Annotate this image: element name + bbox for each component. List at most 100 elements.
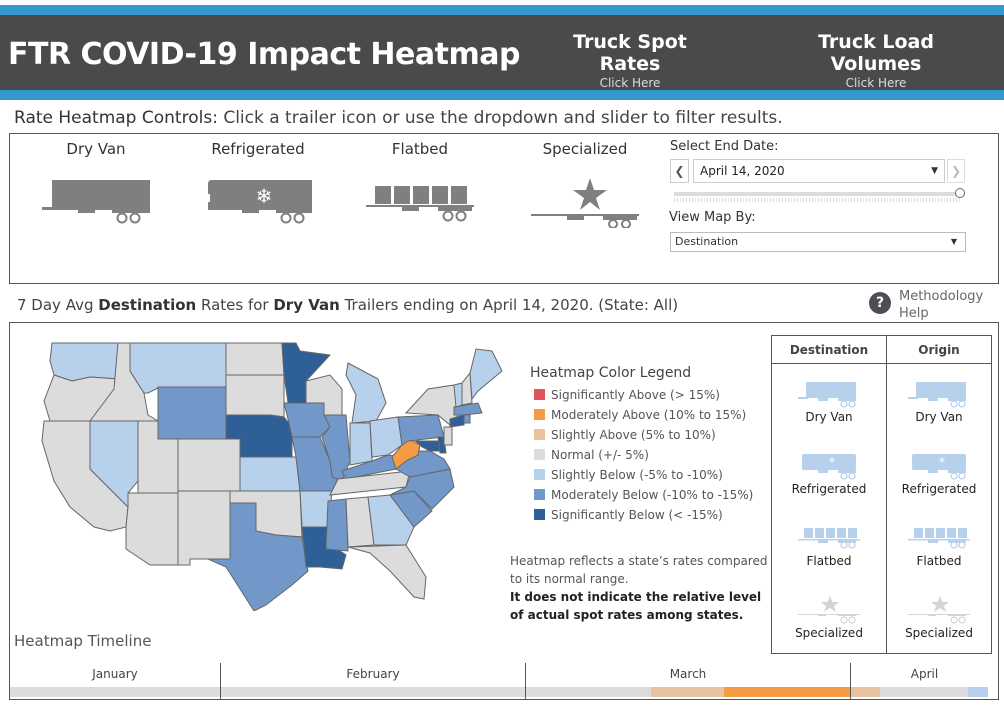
legend-item[interactable]: Normal (+/- 5%): [534, 447, 649, 463]
truck-load-volumes-link[interactable]: Truck Load Volumes Click Here: [774, 31, 978, 90]
select-end-date-label: Select End Date:: [670, 139, 779, 154]
legend-swatch: [534, 449, 545, 460]
origin-header: Origin: [887, 336, 991, 364]
destination-header: Destination: [772, 336, 886, 364]
state-ia[interactable]: [283, 402, 331, 438]
destination-refrigerated-button[interactable]: * Refrigerated: [772, 452, 886, 496]
trailer-view-selector: Destination Dry Van * Refrigerated Flatbed S…: [771, 335, 992, 654]
truck-spot-rates-link[interactable]: Truck Spot Rates Click Here: [540, 31, 720, 90]
timeline-title: Heatmap Timeline: [14, 632, 152, 650]
previous-date-button[interactable]: ❮: [670, 159, 689, 183]
legend-swatch: [534, 489, 545, 500]
refrigerated-trailer-icon: *: [912, 454, 966, 480]
heading-text: Trailers ending on April 14, 2020. (Stat…: [339, 296, 679, 314]
trailer-button-flatbed[interactable]: Flatbed: [350, 140, 490, 224]
state-mi[interactable]: [345, 362, 387, 424]
legend-swatch: [534, 469, 545, 480]
truck-spot-rates-label: Truck Spot Rates: [573, 31, 687, 75]
legend-item[interactable]: Slightly Below (-5% to -10%): [534, 467, 723, 483]
flatbed-trailer-icon: [908, 528, 970, 549]
selector-item-label: Refrigerated: [901, 482, 977, 496]
end-date-value: April 14, 2020: [700, 164, 785, 178]
note-text: Heatmap reflects a state’s rates compare…: [510, 554, 768, 586]
chevron-down-icon: ▼: [950, 237, 957, 246]
origin-dry-van-button[interactable]: Dry Van: [887, 380, 991, 424]
legend-item[interactable]: Moderately Below (-10% to -15%): [534, 487, 753, 503]
origin-flatbed-button[interactable]: Flatbed: [887, 524, 991, 568]
legend-item[interactable]: Moderately Above (10% to 15%): [534, 407, 746, 423]
legend-item[interactable]: Significantly Below (< -15%): [534, 507, 723, 523]
timeline-month-april[interactable]: April: [850, 663, 998, 700]
note-bold-text: It does not indicate the relative level …: [510, 590, 762, 622]
origin-specialized-button[interactable]: Specialized: [887, 596, 991, 640]
next-date-button[interactable]: ❯: [947, 159, 965, 183]
legend-label: Moderately Above (10% to 15%): [551, 408, 747, 422]
state-me[interactable]: [469, 348, 503, 401]
state-az[interactable]: [125, 492, 179, 566]
dry-van-trailer-icon: [798, 382, 856, 408]
controls-heading-bold: Rate Heatmap Controls:: [14, 108, 218, 128]
legend-label: Significantly Above (> 15%): [551, 388, 720, 402]
heading-view-mode: Destination: [98, 296, 197, 314]
end-date-slider-handle[interactable]: [955, 188, 965, 198]
state-fl[interactable]: [347, 544, 427, 600]
truck-load-volumes-sub: Click Here: [845, 76, 907, 90]
state-wa[interactable]: [49, 342, 119, 382]
legend-item[interactable]: Slightly Above (5% to 10%): [534, 427, 716, 443]
state-nj[interactable]: [443, 426, 453, 446]
legend-swatch: [534, 409, 545, 420]
chevron-down-icon: ▼: [931, 166, 938, 176]
trailer-button-refrigerated[interactable]: Refrigerated ❄: [188, 140, 328, 224]
destination-specialized-button[interactable]: Specialized: [772, 596, 886, 640]
legend-swatch: [534, 429, 545, 440]
dry-van-trailer-icon: [908, 382, 966, 408]
us-heatmap: [41, 342, 503, 611]
controls-heading-text: Click a trailer icon or use the dropdown…: [217, 108, 783, 128]
page-title: FTR COVID-19 Impact Heatmap: [8, 37, 520, 72]
destination-dry-van-button[interactable]: Dry Van: [772, 380, 886, 424]
view-map-by-dropdown[interactable]: Destination ▼: [670, 232, 966, 252]
timeline-month-january[interactable]: January: [10, 663, 220, 700]
truck-spot-rates-sub: Click Here: [599, 76, 661, 90]
view-map-by-value: Destination: [675, 235, 739, 248]
destination-column: Destination Dry Van * Refrigerated Flatbed S…: [772, 336, 886, 653]
legend-label: Significantly Below (< -15%): [551, 508, 723, 522]
state-wy[interactable]: [157, 386, 227, 440]
state-vt[interactable]: [453, 382, 463, 408]
specialized-trailer-icon: [798, 596, 860, 624]
timeline-month-february[interactable]: February: [220, 663, 525, 700]
legend-label: Slightly Above (5% to 10%): [551, 428, 716, 442]
timeline-month-march[interactable]: March: [525, 663, 850, 700]
dry-van-trailer-icon: [42, 180, 150, 224]
trailer-label: Flatbed: [391, 140, 449, 158]
svg-text:❄: ❄: [256, 184, 273, 208]
state-mt[interactable]: [129, 342, 227, 394]
svg-text:*: *: [829, 455, 835, 469]
state-ri[interactable]: [463, 414, 471, 424]
header-banner: FTR COVID-19 Impact Heatmap Truck Spot R…: [0, 5, 1004, 100]
refrigerated-trailer-icon: *: [802, 454, 856, 480]
destination-flatbed-button[interactable]: Flatbed: [772, 524, 886, 568]
end-date-dropdown[interactable]: April 14, 2020 ▼: [693, 159, 945, 183]
controls-panel: Dry Van Refrigerated ❄ Flatbed Specializ…: [9, 133, 999, 284]
state-nm[interactable]: [177, 490, 231, 566]
flatbed-trailer-icon: [366, 186, 474, 222]
specialized-trailer-icon: [908, 596, 970, 624]
legend-item[interactable]: Significantly Above (> 15%): [534, 387, 720, 403]
selector-item-label: Flatbed: [916, 554, 962, 568]
trailer-button-specialized[interactable]: Specialized: [515, 140, 655, 228]
state-in[interactable]: [349, 422, 373, 466]
origin-column: Origin Dry Van * Refrigerated Flatbed Specia…: [886, 336, 991, 653]
state-ks[interactable]: [239, 456, 301, 492]
trailer-button-dry-van[interactable]: Dry Van: [26, 140, 166, 224]
state-sd[interactable]: [225, 374, 285, 418]
origin-refrigerated-button[interactable]: * Refrigerated: [887, 452, 991, 496]
state-ms[interactable]: [325, 498, 349, 552]
methodology-help-label: Methodology Help: [899, 289, 984, 321]
question-icon: ?: [869, 292, 891, 314]
end-date-slider[interactable]: [674, 192, 960, 196]
heatmap-note: Heatmap reflects a state’s rates compare…: [510, 552, 770, 624]
selector-item-label: Flatbed: [806, 554, 852, 568]
state-nd[interactable]: [225, 342, 285, 376]
state-co[interactable]: [177, 438, 241, 492]
